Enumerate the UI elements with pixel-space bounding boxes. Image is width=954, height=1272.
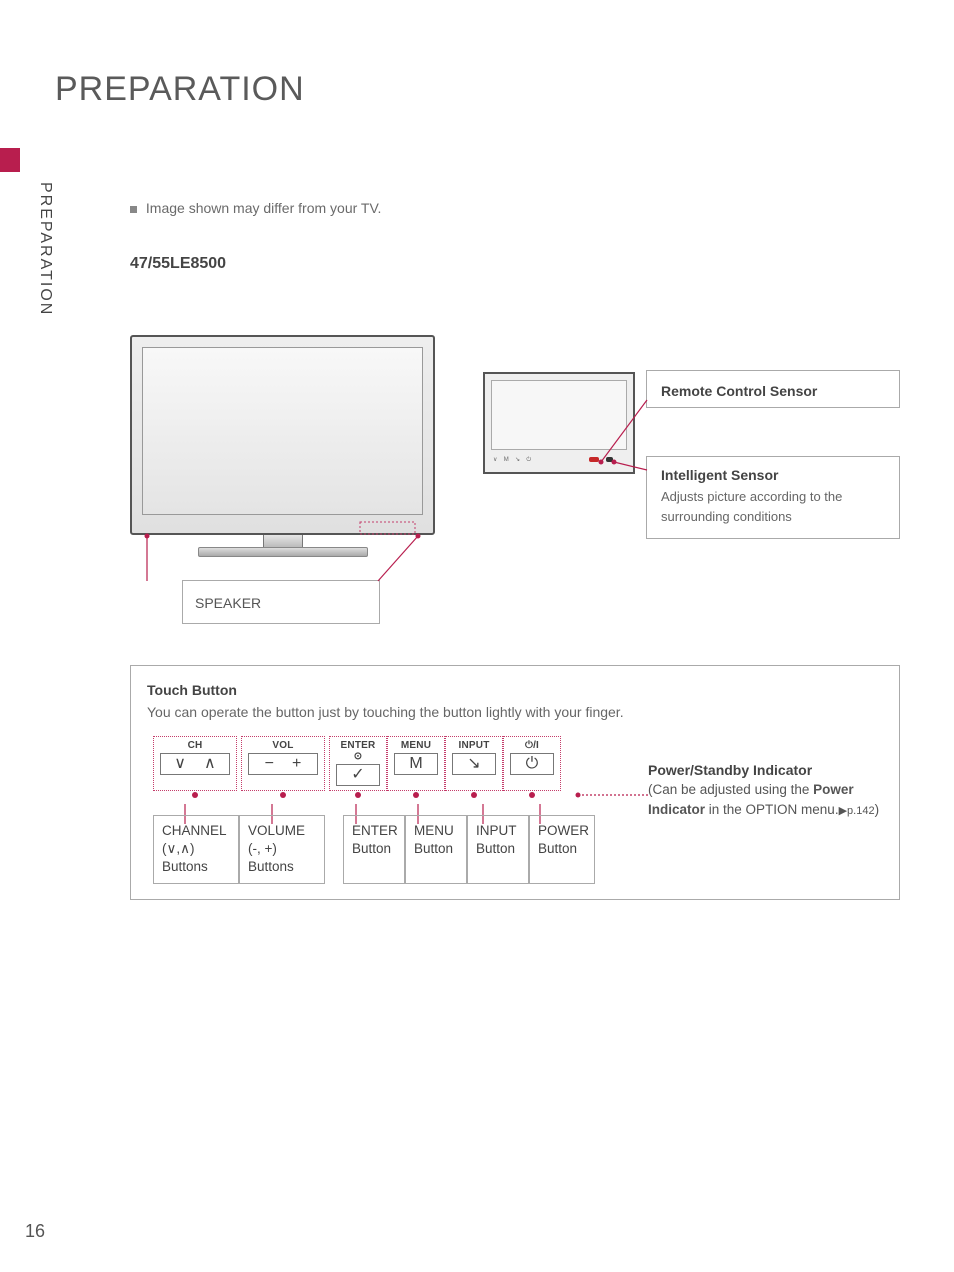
volume-label-box: VOLUME (-, +) Buttons — [239, 815, 325, 884]
intelligent-sensor-callout: Intelligent Sensor Adjusts picture accor… — [646, 456, 900, 539]
tv-stand-base — [198, 547, 368, 557]
accent-bar — [0, 148, 20, 172]
tv-stand-neck — [263, 535, 303, 547]
tv-bezel — [130, 335, 435, 535]
channel-buttons-group: CH ∨ ∧ — [153, 736, 237, 791]
volume-plus-icon: + — [292, 756, 301, 772]
speaker-label: SPEAKER — [195, 595, 380, 611]
note-content: Image shown may differ from your TV. — [146, 200, 382, 216]
page-number: 16 — [25, 1221, 45, 1242]
intelligent-sensor-dot — [606, 457, 613, 462]
touch-button-title: Touch Button — [147, 682, 883, 698]
input-button-group: INPUT ↘ — [445, 736, 503, 791]
enter-label-box: ENTER Button — [343, 815, 405, 884]
channel-up-icon: ∧ — [204, 756, 216, 772]
menu-icon: M — [409, 756, 422, 772]
enter-header: ENTER ⊙ — [336, 740, 380, 762]
bullet-icon — [130, 206, 137, 213]
enter-icon: ✓ — [351, 767, 364, 783]
vol-header: VOL — [248, 740, 318, 751]
intelligent-sensor-title: Intelligent Sensor — [661, 467, 885, 483]
power-button-group: ⏻/I ⏻ — [503, 736, 561, 791]
side-tab: PREPARATION — [36, 182, 54, 316]
remote-sensor-label: Remote Control Sensor — [661, 383, 885, 399]
menu-button-group: MENU M — [387, 736, 445, 791]
power-standby-indicator-callout: Power/Standby Indicator (Can be adjusted… — [648, 760, 892, 820]
remote-sensor-dot — [589, 457, 599, 462]
model-heading: 47/55LE8500 — [130, 255, 226, 273]
note-text: Image shown may differ from your TV. — [130, 200, 381, 216]
intelligent-sensor-desc: Adjusts picture according to the surroun… — [661, 487, 885, 526]
power-indicator-desc: (Can be adjusted using the Power Indicat… — [648, 780, 892, 820]
channel-down-icon: ∨ — [174, 756, 186, 772]
page-title: PREPARATION — [55, 70, 305, 109]
callout-lines — [0, 0, 954, 1272]
enter-button-group: ENTER ⊙ ✓ — [329, 736, 387, 791]
channel-label-box: CHANNEL (∨,∧) Buttons — [153, 815, 239, 884]
input-icon: ↘ — [467, 756, 480, 772]
menu-header: MENU — [394, 740, 438, 751]
power-icon: ⏻ — [526, 756, 539, 772]
power-label-box: POWER Button — [529, 815, 595, 884]
menu-label-box: MENU Button — [405, 815, 467, 884]
input-header: INPUT — [452, 740, 496, 751]
touch-button-desc: You can operate the button just by touch… — [147, 704, 883, 720]
tv-diagram — [130, 335, 435, 575]
tv-screen — [142, 347, 423, 515]
ch-header: CH — [160, 740, 230, 751]
power-header: ⏻/I — [510, 740, 554, 751]
volume-minus-icon: − — [265, 756, 274, 772]
button-labels-row: CHANNEL (∨,∧) Buttons VOLUME (-, +) Butt… — [153, 815, 883, 884]
tv-detail-closeup: ∨ M ↘ ⏻ — [483, 372, 635, 474]
power-indicator-title: Power/Standby Indicator — [648, 760, 892, 780]
volume-buttons-group: VOL − + — [241, 736, 325, 791]
remote-sensor-callout: Remote Control Sensor — [646, 370, 900, 408]
input-label-box: INPUT Button — [467, 815, 529, 884]
